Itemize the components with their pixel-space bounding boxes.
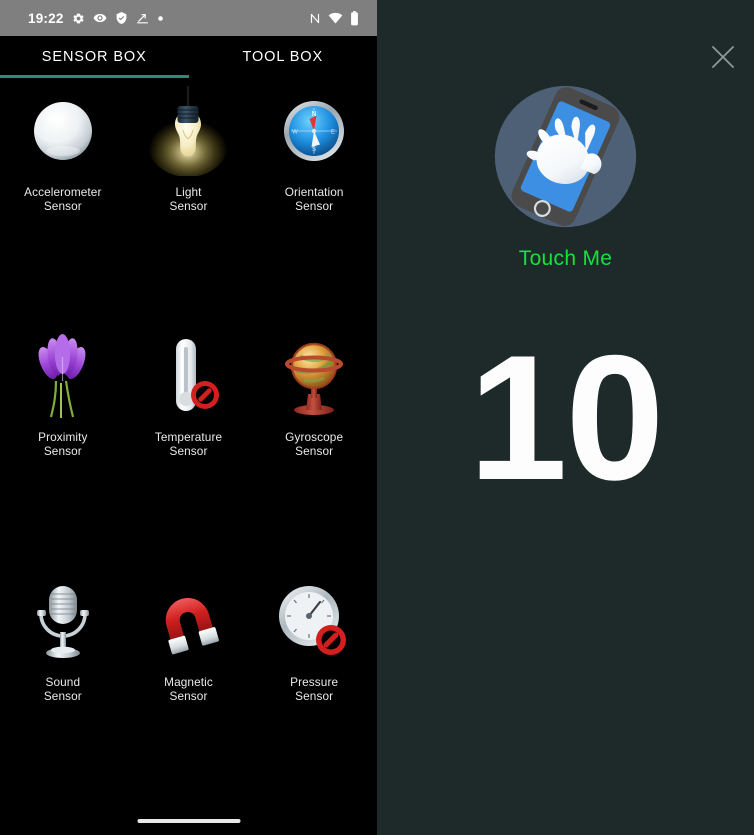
sensor-label-line2: Sensor [43,443,82,458]
sensor-item-accelerometer[interactable]: Accelerometer Sensor [0,88,126,333]
sensor-item-light[interactable]: Light Sensor [126,86,252,333]
status-bar-right [309,10,359,26]
lightbulb-icon [145,86,231,176]
sensor-label: Pressure Sensor [290,675,339,703]
sensor-item-pressure[interactable]: Pressure Sensor [251,578,377,823]
sensor-label-line1: Magnetic [164,675,213,689]
wifi-icon [328,12,343,24]
magnet-icon [145,578,231,664]
sensor-label-line1: Light [175,185,202,199]
active-tab-indicator [0,75,189,78]
sensor-label-line1: Proximity [38,430,88,444]
sensor-item-gyroscope[interactable]: Gyroscope Sensor [251,333,377,578]
sensor-label-line1: Orientation [284,185,344,199]
sensor-label: Temperature Sensor [154,430,223,458]
sphere-icon [20,88,106,174]
svg-text:E: E [331,130,335,136]
sensor-label: Accelerometer Sensor [24,185,102,213]
sensor-label-line2: Sensor [169,198,208,213]
sensor-label-line1: Sound [45,675,81,689]
sensor-label: Orientation Sensor [284,185,344,213]
sensor-label-line1: Temperature [154,430,223,444]
sensor-label: Magnetic Sensor [164,675,213,703]
eye-icon [93,13,106,23]
sensor-item-temperature[interactable]: Temperature Sensor [126,333,252,578]
sensor-item-magnetic[interactable]: Magnetic Sensor [126,578,252,823]
sensor-label-line2: Sensor [169,443,208,458]
thermometer-icon [145,333,231,419]
sensor-box-panel: 19:22 SENSOR BOX TOOL BOX Accelerometer … [0,0,377,835]
flower-icon [20,333,106,419]
sensor-grid: Accelerometer Sensor Light Sensor N S W … [0,78,377,823]
sensor-label-line2: Sensor [295,443,334,458]
sensor-label-line1: Gyroscope [285,430,344,444]
globe-icon [271,333,357,419]
touch-hero: Touch Me [377,78,754,271]
sensor-label-line2: Sensor [43,198,82,213]
gear-icon [72,13,84,23]
svg-text:S: S [312,147,316,153]
status-bar: 19:22 [0,0,377,36]
nfc-icon [310,13,320,23]
sensor-label: Light Sensor [169,185,208,213]
sensor-item-orientation[interactable]: N S W E Orientation Sensor [251,88,377,333]
status-bar-clock: 19:22 [28,10,64,26]
tab-sensor-box[interactable]: SENSOR BOX [0,36,189,78]
shield-icon [116,12,126,24]
tab-bar: SENSOR BOX TOOL BOX [0,36,377,78]
sensor-label-line2: Sensor [43,688,82,703]
close-button[interactable] [706,40,740,74]
hand-on-phone-icon [494,85,637,228]
sensor-label: Sound Sensor [43,675,82,703]
dot-icon [157,15,163,21]
sensor-item-proximity[interactable]: Proximity Sensor [0,333,126,578]
sensor-label-line2: Sensor [295,688,334,703]
prohibition-badge [191,381,220,409]
sensor-label: Gyroscope Sensor [285,430,344,458]
battery-icon [351,10,358,25]
close-icon [712,46,734,68]
trending-up-icon [136,13,148,23]
microphone-icon [20,578,106,664]
svg-text:W: W [292,130,298,136]
sensor-label-line2: Sensor [169,688,208,703]
tab-tool-box[interactable]: TOOL BOX [189,36,378,78]
prohibition-badge [316,625,347,655]
sensor-label-line2: Sensor [295,198,334,213]
gauge-icon [271,578,357,664]
sensor-label: Proximity Sensor [38,430,88,458]
sensor-label-line1: Accelerometer [24,185,102,199]
detail-title: Touch Me [518,247,613,270]
compass-icon: N S W E [271,88,357,174]
home-indicator[interactable] [137,819,240,823]
sensor-label-line1: Pressure [290,675,339,689]
app-root: 19:22 SENSOR BOX TOOL BOX Accelerometer … [0,0,754,835]
status-bar-left: 19:22 [28,11,164,26]
sensor-item-sound[interactable]: Sound Sensor [0,578,126,823]
sensor-detail-panel: Touch Me 10 [377,0,754,835]
